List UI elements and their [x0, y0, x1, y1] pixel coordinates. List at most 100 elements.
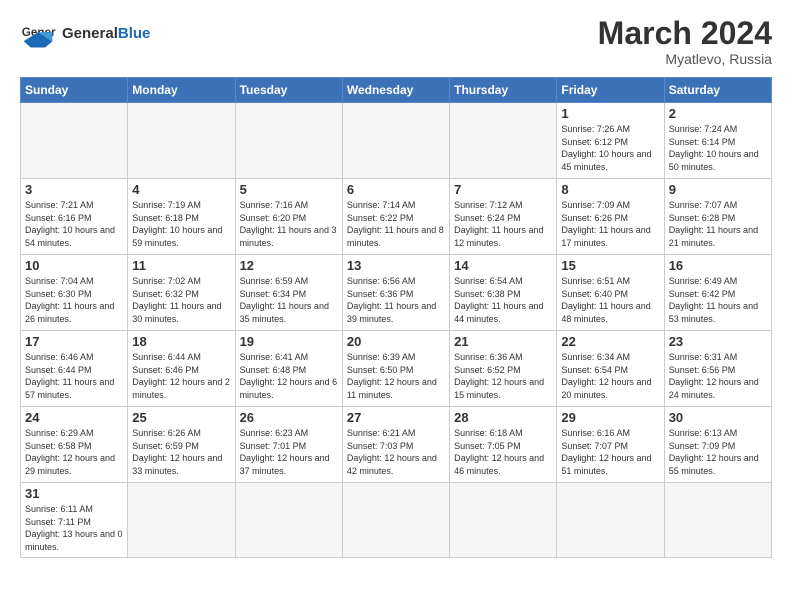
calendar-cell: 10 Sunrise: 7:04 AM Sunset: 6:30 PM Dayli… [21, 255, 128, 331]
calendar-cell: 14 Sunrise: 6:54 AM Sunset: 6:38 PM Dayli… [450, 255, 557, 331]
calendar-cell: 16 Sunrise: 6:49 AM Sunset: 6:42 PM Dayli… [664, 255, 771, 331]
calendar-cell: 29 Sunrise: 6:16 AM Sunset: 7:07 PM Dayli… [557, 407, 664, 483]
day-number: 5 [240, 182, 338, 197]
calendar-cell: 13Sunrise: 6:56 AM Sunset: 6:36 PM Dayli… [342, 255, 449, 331]
day-number: 7 [454, 182, 552, 197]
day-info: Sunrise: 6:46 AM Sunset: 6:44 PM Dayligh… [25, 351, 123, 401]
calendar-cell: 4 Sunrise: 7:19 AM Sunset: 6:18 PM Daylig… [128, 179, 235, 255]
day-info: Sunrise: 7:21 AM Sunset: 6:16 PM Dayligh… [25, 199, 123, 249]
calendar-cell: 22 Sunrise: 6:34 AM Sunset: 6:54 PM Dayli… [557, 331, 664, 407]
col-monday: Monday [128, 78, 235, 103]
calendar-table: Sunday Monday Tuesday Wednesday Thursday… [20, 77, 772, 557]
day-number: 22 [561, 334, 659, 349]
day-number: 20 [347, 334, 445, 349]
day-info: Sunrise: 7:16 AM Sunset: 6:20 PM Dayligh… [240, 199, 338, 249]
calendar-cell: 27Sunrise: 6:21 AM Sunset: 7:03 PM Dayli… [342, 407, 449, 483]
day-info: Sunrise: 7:14 AM Sunset: 6:22 PM Dayligh… [347, 199, 445, 249]
day-info: Sunrise: 6:34 AM Sunset: 6:54 PM Dayligh… [561, 351, 659, 401]
col-thursday: Thursday [450, 78, 557, 103]
calendar-cell: 30 Sunrise: 6:13 AM Sunset: 7:09 PM Dayli… [664, 407, 771, 483]
day-info: Sunrise: 7:12 AM Sunset: 6:24 PM Dayligh… [454, 199, 552, 249]
day-info: Sunrise: 6:44 AM Sunset: 6:46 PM Dayligh… [132, 351, 230, 401]
day-info: Sunrise: 6:41 AM Sunset: 6:48 PM Dayligh… [240, 351, 338, 401]
calendar-cell: 9 Sunrise: 7:07 AM Sunset: 6:28 PM Daylig… [664, 179, 771, 255]
day-number: 13 [347, 258, 445, 273]
day-number: 25 [132, 410, 230, 425]
day-info: Sunrise: 6:26 AM Sunset: 6:59 PM Dayligh… [132, 427, 230, 477]
calendar-cell [235, 103, 342, 179]
day-info: Sunrise: 6:11 AM Sunset: 7:11 PM Dayligh… [25, 503, 123, 553]
day-info: Sunrise: 7:19 AM Sunset: 6:18 PM Dayligh… [132, 199, 230, 249]
calendar-cell [557, 483, 664, 557]
day-info: Sunrise: 6:29 AM Sunset: 6:58 PM Dayligh… [25, 427, 123, 477]
calendar-cell [450, 483, 557, 557]
day-number: 28 [454, 410, 552, 425]
calendar-cell: 2Sunrise: 7:24 AM Sunset: 6:14 PM Daylig… [664, 103, 771, 179]
logo-general: General [62, 25, 118, 42]
calendar-cell: 17 Sunrise: 6:46 AM Sunset: 6:44 PM Dayli… [21, 331, 128, 407]
calendar-cell: 19 Sunrise: 6:41 AM Sunset: 6:48 PM Dayli… [235, 331, 342, 407]
calendar-cell [664, 483, 771, 557]
day-number: 8 [561, 182, 659, 197]
day-info: Sunrise: 6:36 AM Sunset: 6:52 PM Dayligh… [454, 351, 552, 401]
calendar-cell: 18 Sunrise: 6:44 AM Sunset: 6:46 PM Dayli… [128, 331, 235, 407]
calendar-cell: 26 Sunrise: 6:23 AM Sunset: 7:01 PM Dayli… [235, 407, 342, 483]
subtitle: Myatlevo, Russia [598, 51, 772, 67]
day-number: 21 [454, 334, 552, 349]
col-wednesday: Wednesday [342, 78, 449, 103]
day-info: Sunrise: 6:18 AM Sunset: 7:05 PM Dayligh… [454, 427, 552, 477]
calendar-cell: 3 Sunrise: 7:21 AM Sunset: 6:16 PM Daylig… [21, 179, 128, 255]
logo-icon: General [20, 16, 56, 52]
calendar-cell [342, 483, 449, 557]
day-info: Sunrise: 7:02 AM Sunset: 6:32 PM Dayligh… [132, 275, 230, 325]
calendar-cell: 1Sunrise: 7:26 AM Sunset: 6:12 PM Daylig… [557, 103, 664, 179]
day-number: 31 [25, 486, 123, 501]
month-title: March 2024 [598, 16, 772, 51]
day-info: Sunrise: 6:13 AM Sunset: 7:09 PM Dayligh… [669, 427, 767, 477]
day-info: Sunrise: 7:07 AM Sunset: 6:28 PM Dayligh… [669, 199, 767, 249]
day-number: 3 [25, 182, 123, 197]
week-row-5: 31 Sunrise: 6:11 AM Sunset: 7:11 PM Dayli… [21, 483, 772, 557]
day-info: Sunrise: 6:49 AM Sunset: 6:42 PM Dayligh… [669, 275, 767, 325]
day-info: Sunrise: 6:31 AM Sunset: 6:56 PM Dayligh… [669, 351, 767, 401]
day-number: 9 [669, 182, 767, 197]
day-number: 10 [25, 258, 123, 273]
calendar-cell: 8Sunrise: 7:09 AM Sunset: 6:26 PM Daylig… [557, 179, 664, 255]
day-info: Sunrise: 6:59 AM Sunset: 6:34 PM Dayligh… [240, 275, 338, 325]
day-number: 2 [669, 106, 767, 121]
day-number: 15 [561, 258, 659, 273]
day-number: 24 [25, 410, 123, 425]
week-row-1: 3 Sunrise: 7:21 AM Sunset: 6:16 PM Daylig… [21, 179, 772, 255]
day-number: 18 [132, 334, 230, 349]
day-number: 30 [669, 410, 767, 425]
day-info: Sunrise: 6:16 AM Sunset: 7:07 PM Dayligh… [561, 427, 659, 477]
calendar-cell [342, 103, 449, 179]
col-sunday: Sunday [21, 78, 128, 103]
calendar-cell: 6Sunrise: 7:14 AM Sunset: 6:22 PM Daylig… [342, 179, 449, 255]
calendar-cell: 28 Sunrise: 6:18 AM Sunset: 7:05 PM Dayli… [450, 407, 557, 483]
day-info: Sunrise: 6:51 AM Sunset: 6:40 PM Dayligh… [561, 275, 659, 325]
title-block: March 2024 Myatlevo, Russia [598, 16, 772, 67]
col-saturday: Saturday [664, 78, 771, 103]
weekday-header-row: Sunday Monday Tuesday Wednesday Thursday… [21, 78, 772, 103]
day-number: 16 [669, 258, 767, 273]
day-number: 26 [240, 410, 338, 425]
week-row-4: 24 Sunrise: 6:29 AM Sunset: 6:58 PM Dayli… [21, 407, 772, 483]
day-number: 29 [561, 410, 659, 425]
day-info: Sunrise: 7:04 AM Sunset: 6:30 PM Dayligh… [25, 275, 123, 325]
day-number: 14 [454, 258, 552, 273]
calendar-cell: 11Sunrise: 7:02 AM Sunset: 6:32 PM Dayli… [128, 255, 235, 331]
day-info: Sunrise: 6:23 AM Sunset: 7:01 PM Dayligh… [240, 427, 338, 477]
day-number: 17 [25, 334, 123, 349]
day-number: 4 [132, 182, 230, 197]
calendar-cell: 25 Sunrise: 6:26 AM Sunset: 6:59 PM Dayli… [128, 407, 235, 483]
logo: General GeneralBlue [20, 16, 150, 52]
day-number: 12 [240, 258, 338, 273]
calendar-cell: 7 Sunrise: 7:12 AM Sunset: 6:24 PM Daylig… [450, 179, 557, 255]
col-friday: Friday [557, 78, 664, 103]
day-number: 19 [240, 334, 338, 349]
calendar-cell: 31 Sunrise: 6:11 AM Sunset: 7:11 PM Dayli… [21, 483, 128, 557]
week-row-2: 10 Sunrise: 7:04 AM Sunset: 6:30 PM Dayli… [21, 255, 772, 331]
day-number: 1 [561, 106, 659, 121]
day-info: Sunrise: 6:54 AM Sunset: 6:38 PM Dayligh… [454, 275, 552, 325]
